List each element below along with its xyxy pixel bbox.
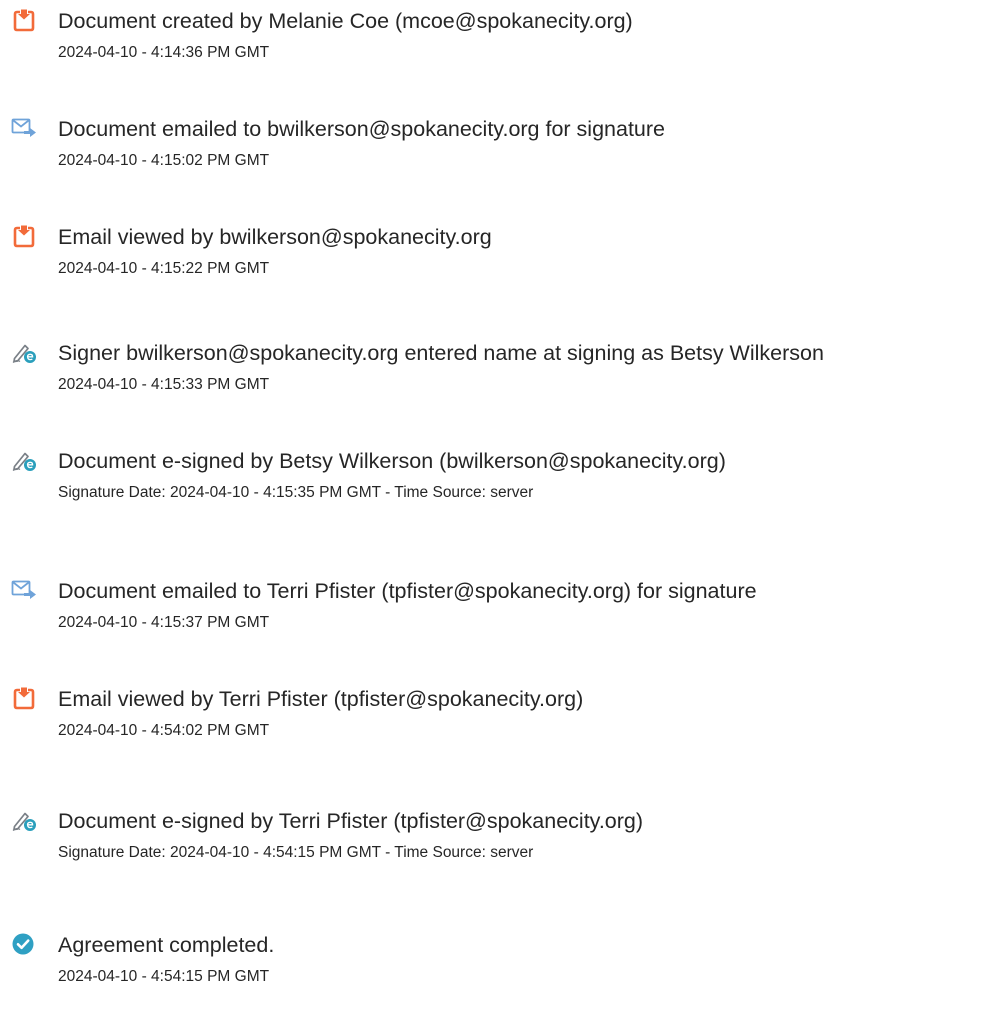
event-description: Email viewed by Terri Pfister (tpfister@…	[58, 687, 584, 711]
event-timestamp: 2024-04-10 - 4:15:02 PM GMT	[58, 152, 270, 169]
email-sent-icon	[11, 578, 37, 602]
event-timestamp: 2024-04-10 - 4:14:36 PM GMT	[58, 44, 270, 61]
e-sign-icon	[11, 448, 37, 472]
e-sign-icon	[11, 808, 37, 832]
event-description: Document emailed to Terri Pfister (tpfis…	[58, 579, 757, 603]
event-description: Document e-signed by Betsy Wilkerson (bw…	[58, 449, 726, 473]
e-sign-icon	[11, 340, 37, 364]
audit-event: Agreement completed. 2024-04-10 - 4:54:1…	[0, 932, 1008, 1012]
event-description: Signer bwilkerson@spokanecity.org entere…	[58, 341, 824, 365]
email-sent-icon	[11, 116, 37, 140]
agreement-completed-icon	[11, 932, 37, 956]
event-description: Document e-signed by Terri Pfister (tpfi…	[58, 809, 644, 833]
event-timestamp: 2024-04-10 - 4:54:15 PM GMT	[58, 968, 270, 985]
event-timestamp: 2024-04-10 - 4:15:37 PM GMT	[58, 614, 270, 631]
event-description: Document created by Melanie Coe (mcoe@sp…	[58, 9, 633, 33]
audit-event: Signer bwilkerson@spokanecity.org entere…	[0, 340, 1008, 420]
audit-event: Email viewed by bwilkerson@spokanecity.o…	[0, 224, 1008, 304]
audit-event: Email viewed by Terri Pfister (tpfister@…	[0, 686, 1008, 766]
event-timestamp: 2024-04-10 - 4:15:22 PM GMT	[58, 260, 270, 277]
document-viewed-icon	[11, 686, 37, 710]
event-description: Agreement completed.	[58, 933, 275, 957]
audit-event: Document emailed to bwilkerson@spokaneci…	[0, 116, 1008, 196]
audit-event: Document e-signed by Betsy Wilkerson (bw…	[0, 448, 1008, 528]
event-description: Document emailed to bwilkerson@spokaneci…	[58, 117, 665, 141]
audit-event: Document emailed to Terri Pfister (tpfis…	[0, 578, 1008, 658]
document-viewed-icon	[11, 224, 37, 248]
document-created-icon	[11, 8, 37, 32]
event-timestamp: 2024-04-10 - 4:15:33 PM GMT	[58, 376, 270, 393]
event-description: Email viewed by bwilkerson@spokanecity.o…	[58, 225, 492, 249]
event-signature-details: Signature Date: 2024-04-10 - 4:54:15 PM …	[58, 844, 534, 861]
audit-event: Document e-signed by Terri Pfister (tpfi…	[0, 808, 1008, 888]
audit-event: Document created by Melanie Coe (mcoe@sp…	[0, 8, 1008, 88]
event-signature-details: Signature Date: 2024-04-10 - 4:15:35 PM …	[58, 484, 534, 501]
event-timestamp: 2024-04-10 - 4:54:02 PM GMT	[58, 722, 270, 739]
